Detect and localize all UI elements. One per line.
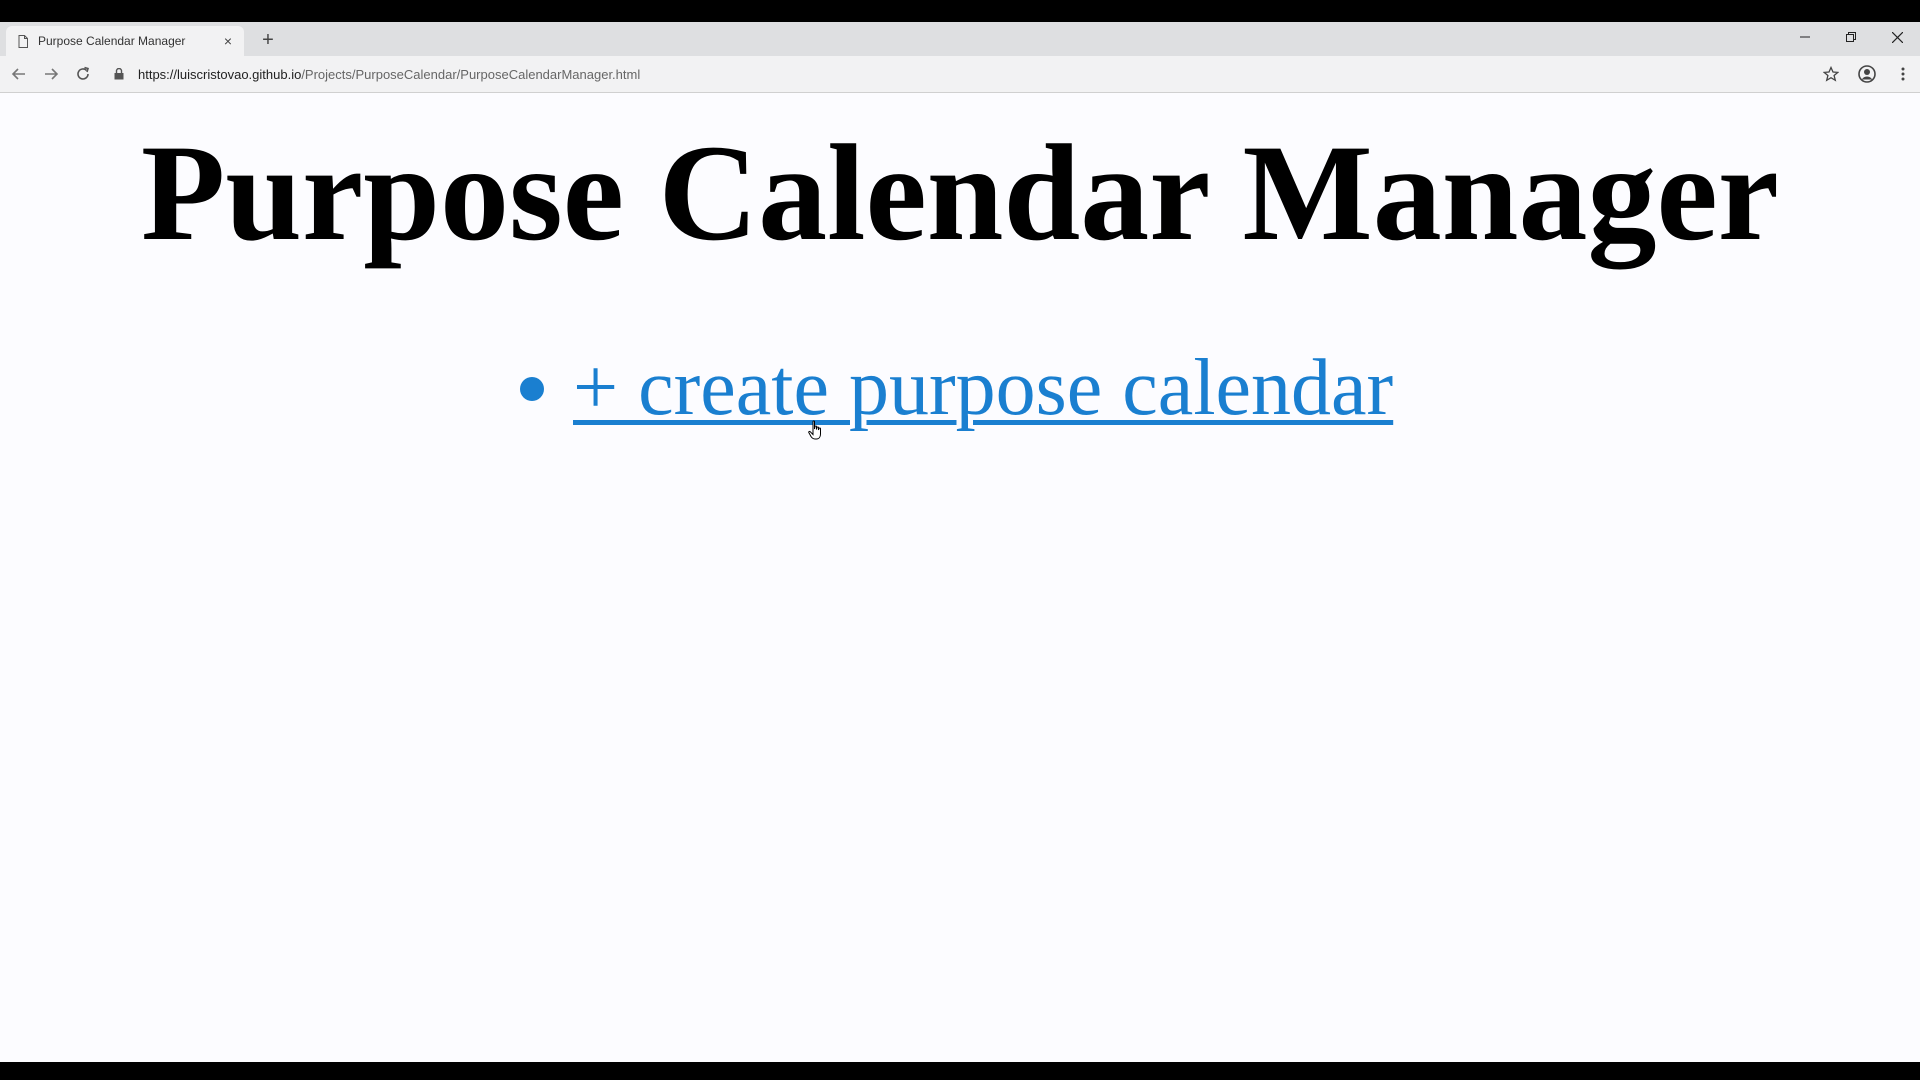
page-content: Purpose Calendar Manager + create purpos…: [0, 93, 1920, 1062]
create-purpose-calendar-link[interactable]: + create purpose calendar: [573, 343, 1393, 434]
restore-icon: [1846, 32, 1856, 42]
calendar-list: + create purpose calendar: [520, 343, 1393, 434]
page-title: Purpose Calendar Manager: [140, 116, 1779, 269]
restore-button[interactable]: [1828, 22, 1874, 52]
close-icon: [1891, 31, 1903, 43]
list-item: + create purpose calendar: [520, 343, 1393, 434]
tab-purpose-calendar-manager[interactable]: Purpose Calendar Manager ×: [6, 26, 244, 56]
page-icon: [18, 34, 28, 48]
url-host: https://luiscristovao.github.io: [138, 66, 302, 82]
back-button[interactable]: [8, 63, 30, 85]
hand-cursor-icon: [808, 420, 821, 440]
tab-strip: Purpose Calendar Manager × +: [0, 22, 1920, 56]
url-text: https://luiscristovao.github.io/Projects…: [138, 67, 640, 82]
toolbar-right-icons: [1820, 63, 1914, 85]
forward-button[interactable]: [40, 63, 62, 85]
address-bar[interactable]: https://luiscristovao.github.io/Projects…: [112, 61, 1812, 87]
minimize-icon: [1800, 36, 1810, 38]
minimize-button[interactable]: [1782, 22, 1828, 52]
list-bullet: [520, 376, 544, 401]
arrow-left-icon: [11, 68, 25, 80]
new-tab-button[interactable]: +: [258, 29, 278, 51]
bookmark-star-icon[interactable]: [1820, 63, 1842, 85]
tab-title: Purpose Calendar Manager: [38, 34, 186, 48]
url-path: /Projects/PurposeCalendar/PurposeCalenda…: [301, 66, 641, 82]
close-window-button[interactable]: [1874, 22, 1920, 52]
browser-window: Purpose Calendar Manager × + https://lui…: [0, 22, 1920, 1062]
account-icon[interactable]: [1856, 63, 1878, 85]
lock-icon[interactable]: [112, 67, 126, 81]
menu-dots-icon[interactable]: [1892, 63, 1914, 85]
browser-toolbar: https://luiscristovao.github.io/Projects…: [0, 56, 1920, 93]
reload-button[interactable]: [72, 63, 94, 85]
top-border: [0, 0, 1920, 22]
reload-icon: [77, 66, 89, 80]
arrow-right-icon: [45, 68, 59, 80]
bottom-border: [0, 1062, 1920, 1080]
tab-close-icon[interactable]: ×: [220, 33, 236, 49]
window-controls: [1782, 22, 1920, 52]
